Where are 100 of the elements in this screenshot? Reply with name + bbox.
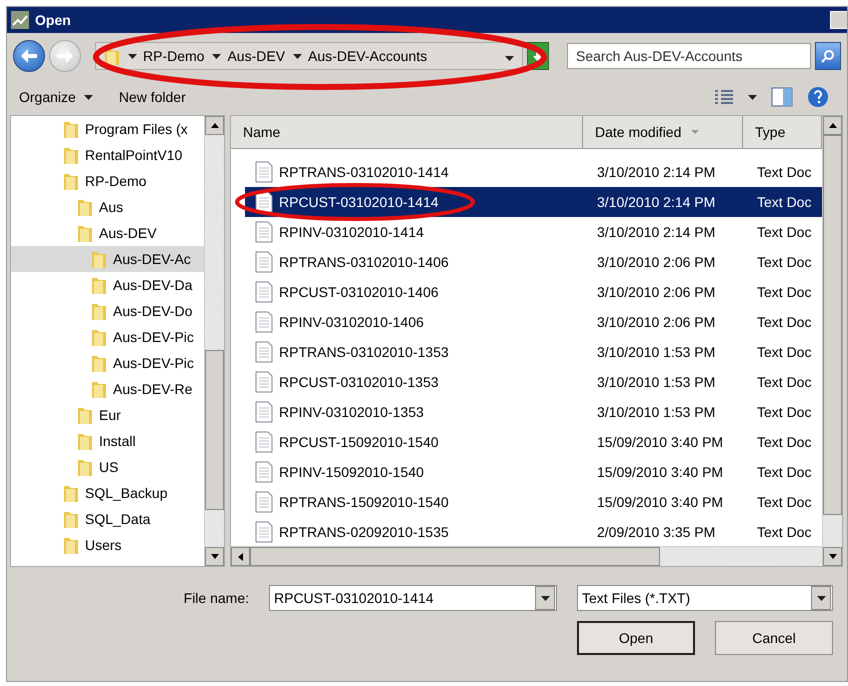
document-icon bbox=[255, 251, 273, 273]
document-icon bbox=[255, 461, 273, 483]
file-row[interactable]: RPTRANS-02092010-1535 2/09/2010 3:35 PM Text Doc bbox=[245, 517, 822, 546]
file-type-dropdown[interactable]: Text Files (*.TXT) bbox=[577, 585, 833, 611]
folder-icon bbox=[91, 327, 107, 347]
folder-tree-item[interactable]: SQL_Backup bbox=[11, 480, 204, 506]
caret-icon bbox=[540, 596, 550, 600]
address-bar[interactable]: RP-Demo Aus-DEV Aus-DEV-Accounts bbox=[95, 42, 523, 70]
breadcrumb[interactable]: Aus-DEV-Accounts bbox=[308, 48, 428, 64]
folder-icon bbox=[63, 509, 79, 529]
type-cell-text: Text Doc bbox=[757, 194, 812, 210]
file-row[interactable]: RPTRANS-03102010-1414 3/10/2010 2:14 PM Text Doc bbox=[245, 157, 822, 187]
folder-tree-item[interactable]: Aus-DEV-Pic bbox=[11, 324, 204, 350]
document-icon bbox=[255, 431, 273, 453]
file-row[interactable]: RPCUST-03102010-1414 3/10/2010 2:14 PM Text Doc bbox=[245, 187, 822, 217]
type-cell-text: Text Doc bbox=[757, 494, 812, 510]
document-icon bbox=[255, 341, 273, 363]
folder-tree-item[interactable]: US bbox=[11, 454, 204, 480]
file-row[interactable]: RPINV-15092010-1540 15/09/2010 3:40 PM Text Doc bbox=[245, 457, 822, 487]
document-icon bbox=[255, 161, 273, 183]
folder-icon bbox=[77, 431, 93, 451]
file-row[interactable]: RPCUST-15092010-1540 15/09/2010 3:40 PM Text Doc bbox=[245, 427, 822, 457]
preview-pane-icon[interactable] bbox=[771, 87, 793, 107]
file-row[interactable]: RPCUST-03102010-1406 3/10/2010 2:06 PM Text Doc bbox=[245, 277, 822, 307]
folder-tree-item[interactable]: Aus-DEV bbox=[11, 220, 204, 246]
folder-tree-item[interactable]: Users bbox=[11, 532, 204, 558]
scroll-down-button[interactable] bbox=[823, 547, 842, 566]
folder-icon bbox=[77, 197, 93, 217]
arrow-left-icon bbox=[21, 49, 37, 63]
scroll-thumb[interactable] bbox=[823, 135, 842, 515]
caret-icon bbox=[816, 596, 826, 600]
file-row[interactable]: RPTRANS-03102010-1406 3/10/2010 2:06 PM Text Doc bbox=[245, 247, 822, 277]
date-cell-text: 3/10/2010 2:06 PM bbox=[597, 284, 716, 300]
window-title: Open bbox=[35, 12, 71, 28]
search-button[interactable] bbox=[815, 42, 841, 70]
horizontal-scrollbar[interactable] bbox=[231, 546, 822, 566]
folder-tree-item[interactable]: Aus-DEV-Da bbox=[11, 272, 204, 298]
column-header[interactable]: Date modified bbox=[583, 116, 743, 148]
file-name: RPINV-03102010-1414 bbox=[279, 224, 424, 240]
document-icon bbox=[255, 281, 273, 303]
scroll-thumb[interactable] bbox=[205, 350, 224, 510]
file-name: RPTRANS-03102010-1406 bbox=[279, 254, 449, 270]
date-cell-text: 3/10/2010 1:53 PM bbox=[597, 404, 716, 420]
arrow-up-icon bbox=[210, 123, 218, 128]
breadcrumb[interactable]: Aus-DEV bbox=[227, 48, 286, 64]
file-row[interactable]: RPCUST-03102010-1353 3/10/2010 1:53 PM Text Doc bbox=[245, 367, 822, 397]
folder-icon bbox=[91, 301, 107, 321]
folder-tree-item[interactable]: RP-Demo bbox=[11, 168, 204, 194]
folder-tree-item[interactable]: SQL_Data bbox=[11, 506, 204, 532]
toolbar-button[interactable]: Organize bbox=[19, 89, 93, 105]
type-cell-text: Text Doc bbox=[757, 254, 812, 270]
arrow-right-icon bbox=[57, 49, 73, 63]
file-name: RPCUST-03102010-1406 bbox=[279, 284, 439, 300]
scroll-up-button[interactable] bbox=[823, 116, 842, 135]
caret-icon bbox=[293, 54, 302, 58]
scroll-left-button[interactable] bbox=[231, 547, 250, 566]
type-cell-text: Text Doc bbox=[757, 284, 812, 300]
folder-icon bbox=[77, 405, 93, 425]
document-icon bbox=[255, 491, 273, 513]
file-row[interactable]: RPTRANS-15092010-1540 15/09/2010 3:40 PM Text Doc bbox=[245, 487, 822, 517]
date-cell-text: 15/09/2010 3:40 PM bbox=[597, 494, 724, 510]
file-name: RPCUST-15092010-1540 bbox=[279, 434, 439, 450]
folder-tree-item[interactable]: Install bbox=[11, 428, 204, 454]
scroll-down-button[interactable] bbox=[205, 547, 224, 566]
scroll-up-button[interactable] bbox=[205, 116, 224, 135]
dialog-button[interactable]: Cancel bbox=[715, 621, 833, 655]
folder-tree-item[interactable]: Aus-DEV-Do bbox=[11, 298, 204, 324]
vertical-scrollbar[interactable] bbox=[204, 116, 224, 566]
folder-icon bbox=[91, 353, 107, 373]
folder-tree-item[interactable]: RentalPointV10 bbox=[11, 142, 204, 168]
column-header[interactable]: Name bbox=[231, 116, 583, 148]
date-cell-text: 3/10/2010 2:06 PM bbox=[597, 254, 716, 270]
arrow-down-icon bbox=[533, 50, 543, 62]
folder-tree-item[interactable]: Eur bbox=[11, 402, 204, 428]
help-icon[interactable] bbox=[807, 86, 829, 108]
breadcrumb[interactable]: RP-Demo bbox=[143, 48, 204, 64]
type-cell-text: Text Doc bbox=[757, 434, 812, 450]
file-name-field[interactable]: RPCUST-03102010-1414 bbox=[269, 585, 557, 611]
file-row[interactable]: RPTRANS-03102010-1353 3/10/2010 1:53 PM Text Doc bbox=[245, 337, 822, 367]
file-row[interactable]: RPINV-03102010-1353 3/10/2010 1:53 PM Text Doc bbox=[245, 397, 822, 427]
folder-tree-item[interactable]: Program Files (x bbox=[11, 116, 204, 142]
back-button[interactable] bbox=[13, 40, 45, 72]
toolbar-button[interactable]: New folder bbox=[118, 89, 186, 105]
view-list-icon[interactable] bbox=[714, 89, 734, 105]
folder-tree-item[interactable]: Aus-DEV-Pic bbox=[11, 350, 204, 376]
folder-tree-item[interactable]: Aus-DEV-Ac bbox=[11, 246, 204, 272]
type-cell-text: Text Doc bbox=[757, 524, 812, 540]
file-name: RPINV-03102010-1406 bbox=[279, 314, 424, 330]
file-row[interactable]: RPINV-03102010-1414 3/10/2010 2:14 PM Text Doc bbox=[245, 217, 822, 247]
vertical-scrollbar[interactable] bbox=[822, 116, 842, 566]
folder-tree-item[interactable]: Aus bbox=[11, 194, 204, 220]
dialog-button[interactable]: Open bbox=[577, 621, 695, 655]
scroll-thumb[interactable] bbox=[250, 547, 660, 566]
folder-icon bbox=[63, 483, 79, 503]
caret-icon bbox=[84, 94, 93, 100]
file-name: RPINV-15092010-1540 bbox=[279, 464, 424, 480]
file-name: RPTRANS-02092010-1535 bbox=[279, 524, 449, 540]
file-row[interactable]: RPINV-03102010-1406 3/10/2010 2:06 PM Text Doc bbox=[245, 307, 822, 337]
search-field[interactable]: Search Aus-DEV-Accounts bbox=[567, 43, 811, 69]
folder-tree-item[interactable]: Aus-DEV-Re bbox=[11, 376, 204, 402]
